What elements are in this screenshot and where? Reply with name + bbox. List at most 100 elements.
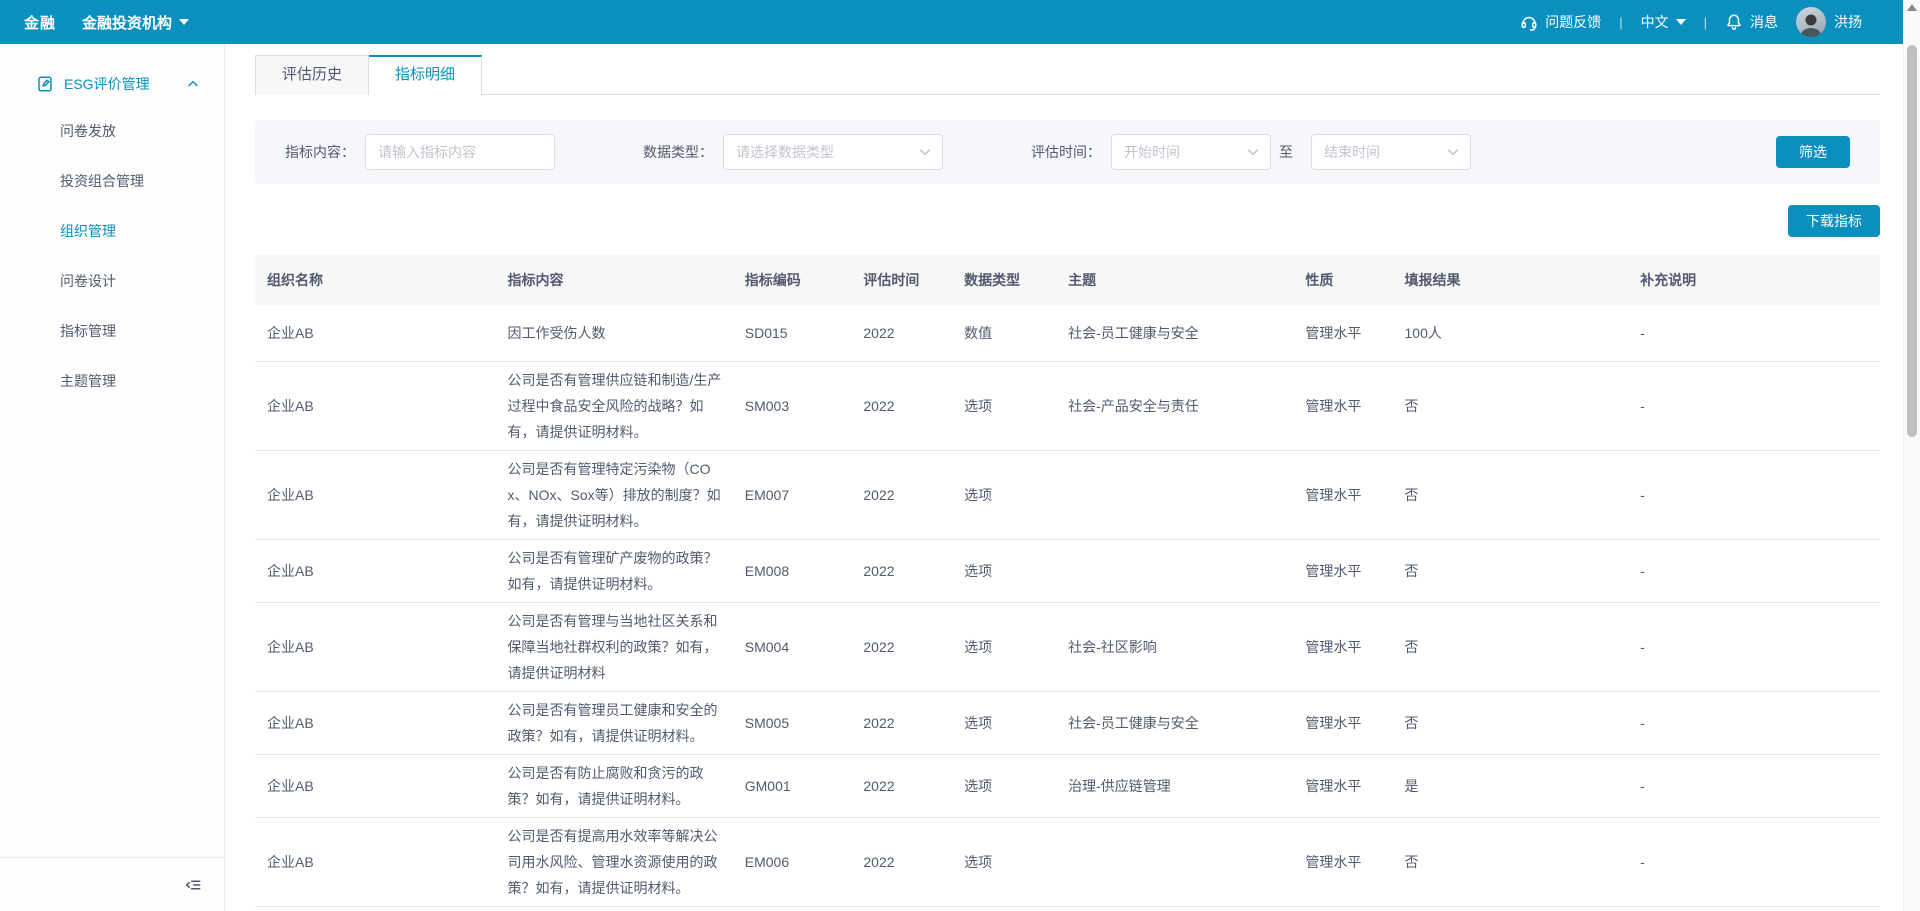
username-label: 洪扬 <box>1834 12 1862 32</box>
app-logo: 金融 <box>24 12 56 33</box>
filter-button[interactable]: 筛选 <box>1776 136 1850 168</box>
user-menu[interactable]: 洪扬 <box>1796 7 1862 37</box>
chevron-down-icon <box>918 145 932 159</box>
sidebar-group-label: ESG评价管理 <box>64 74 176 94</box>
table-row: 企业AB公司是否有管理供应链和制造/生产过程中食品安全风险的战略？如有，请提供证… <box>255 361 1880 450</box>
table-cell: 2022 <box>851 754 952 817</box>
table-cell: 企业AB <box>255 305 496 361</box>
feedback-button[interactable]: 问题反馈 <box>1520 12 1601 32</box>
indicators-table: 组织名称指标内容指标编码评估时间数据类型主题性质填报结果补充说明 企业AB因工作… <box>255 255 1880 907</box>
table-row: 企业AB公司是否有提高用水效率等解决公司用水风险、管理水资源使用的政策？如有，请… <box>255 817 1880 906</box>
sidebar-item-link[interactable]: 问卷发放 <box>0 106 224 156</box>
top-header-bar: 金融 金融投资机构 问题反馈 | 中文 | 消息 <box>0 0 1920 44</box>
messages-button[interactable]: 消息 <box>1725 12 1778 32</box>
table-cell: 管理水平 <box>1293 539 1392 602</box>
table-cell: 企业AB <box>255 817 496 906</box>
table-cell: 管理水平 <box>1293 602 1392 691</box>
org-switcher-label: 金融投资机构 <box>82 12 172 33</box>
evaluation-time-label: 评估时间： <box>1031 142 1101 162</box>
table-cell: 管理水平 <box>1293 754 1392 817</box>
collapse-sidebar-button[interactable] <box>184 876 202 894</box>
column-header: 数据类型 <box>952 255 1056 305</box>
table-cell: 否 <box>1393 691 1629 754</box>
start-time-select[interactable]: 开始时间 <box>1111 134 1271 170</box>
table-cell: 公司是否有管理与当地社区关系和保障当地社群权利的政策？如有，请提供证明材料 <box>496 602 733 691</box>
table-cell: 治理-供应链管理 <box>1056 754 1293 817</box>
caret-down-icon <box>179 19 189 25</box>
column-header: 主题 <box>1056 255 1293 305</box>
table-cell: EM008 <box>733 539 852 602</box>
table-cell: 否 <box>1393 539 1629 602</box>
column-header: 补充说明 <box>1628 255 1880 305</box>
table-cell: 选项 <box>952 539 1056 602</box>
table-cell: 公司是否有管理员工健康和安全的政策？如有，请提供证明材料。 <box>496 691 733 754</box>
scrollbar-thumb[interactable] <box>1907 45 1917 437</box>
table-cell: 社会-员工健康与安全 <box>1056 305 1293 361</box>
tab[interactable]: 评估历史 <box>255 55 369 95</box>
sidebar-item-link[interactable]: 问卷设计 <box>0 256 224 306</box>
table-cell: 企业AB <box>255 602 496 691</box>
table-cell: 2022 <box>851 691 952 754</box>
table-cell: - <box>1628 450 1880 539</box>
table-cell: 数值 <box>952 305 1056 361</box>
column-header: 组织名称 <box>255 255 496 305</box>
download-indicators-button[interactable]: 下载指标 <box>1788 205 1880 237</box>
end-time-select[interactable]: 结束时间 <box>1311 134 1471 170</box>
sidebar-item-link[interactable]: 主题管理 <box>0 356 224 406</box>
data-type-select[interactable]: 请选择数据类型 <box>723 134 943 170</box>
sidebar-item-link[interactable]: 指标管理 <box>0 306 224 356</box>
table-cell: 企业AB <box>255 754 496 817</box>
table-row: 企业AB公司是否有管理特定污染物（COx、NOx、Sox等）排放的制度？如有，请… <box>255 450 1880 539</box>
table-cell: 2022 <box>851 817 952 906</box>
indicator-content-input[interactable] <box>365 134 555 170</box>
table-cell: 公司是否有提高用水效率等解决公司用水风险、管理水资源使用的政策？如有，请提供证明… <box>496 817 733 906</box>
sidebar-item-label: 指标管理 <box>60 323 116 339</box>
filter-bar: 指标内容： 数据类型： 请选择数据类型 评估时间： 开始时间 至 结束时间 筛选 <box>255 120 1880 184</box>
table-cell: 选项 <box>952 602 1056 691</box>
table-row: 企业AB公司是否有管理与当地社区关系和保障当地社群权利的政策？如有，请提供证明材… <box>255 602 1880 691</box>
table-cell: 2022 <box>851 361 952 450</box>
scroll-up-arrow-icon[interactable] <box>1907 4 1917 11</box>
header-divider: | <box>1704 15 1707 30</box>
table-cell <box>1056 539 1293 602</box>
column-header: 指标内容 <box>496 255 733 305</box>
table-cell: 否 <box>1393 450 1629 539</box>
table-cell: 选项 <box>952 450 1056 539</box>
table-row: 企业AB公司是否有管理矿产废物的政策？如有，请提供证明材料。EM0082022选… <box>255 539 1880 602</box>
tab[interactable]: 指标明细 <box>369 55 482 96</box>
header-divider: | <box>1619 15 1622 30</box>
bell-icon <box>1725 13 1743 31</box>
table-cell: 2022 <box>851 539 952 602</box>
table-cell: 管理水平 <box>1293 361 1392 450</box>
start-time-placeholder: 开始时间 <box>1124 142 1180 162</box>
table-row: 企业AB公司是否有防止腐败和贪污的政策？如有，请提供证明材料。GM0012022… <box>255 754 1880 817</box>
table-cell: 社会-员工健康与安全 <box>1056 691 1293 754</box>
org-switcher[interactable]: 金融投资机构 <box>82 12 189 33</box>
table-header-row: 组织名称指标内容指标编码评估时间数据类型主题性质填报结果补充说明 <box>255 255 1880 305</box>
column-header: 填报结果 <box>1393 255 1629 305</box>
language-switcher[interactable]: 中文 <box>1641 12 1686 32</box>
data-type-placeholder: 请选择数据类型 <box>736 142 834 162</box>
table-cell: 企业AB <box>255 539 496 602</box>
feedback-label: 问题反馈 <box>1545 12 1601 32</box>
indicator-content-label: 指标内容： <box>285 142 355 162</box>
table-cell <box>1056 817 1293 906</box>
table-cell: 社会-社区影响 <box>1056 602 1293 691</box>
tab-label: 评估历史 <box>282 66 342 83</box>
to-label: 至 <box>1279 142 1293 162</box>
vertical-scrollbar[interactable] <box>1903 0 1920 911</box>
avatar <box>1796 7 1826 37</box>
table-cell: 公司是否有管理供应链和制造/生产过程中食品安全风险的战略？如有，请提供证明材料。 <box>496 361 733 450</box>
sidebar-item-label: 组织管理 <box>60 223 116 239</box>
table-cell: SM005 <box>733 691 852 754</box>
table-cell: 选项 <box>952 817 1056 906</box>
column-header: 评估时间 <box>851 255 952 305</box>
table-cell: 企业AB <box>255 450 496 539</box>
sidebar-item-active[interactable]: 组织管理 <box>0 206 224 256</box>
sidebar-item-link[interactable]: 投资组合管理 <box>0 156 224 206</box>
chevron-down-icon <box>1446 145 1460 159</box>
sidebar-item-label: 投资组合管理 <box>60 173 144 189</box>
sidebar-group-esg[interactable]: ESG评价管理 <box>0 44 224 106</box>
table-cell: 社会-产品安全与责任 <box>1056 361 1293 450</box>
table-cell: EM006 <box>733 817 852 906</box>
